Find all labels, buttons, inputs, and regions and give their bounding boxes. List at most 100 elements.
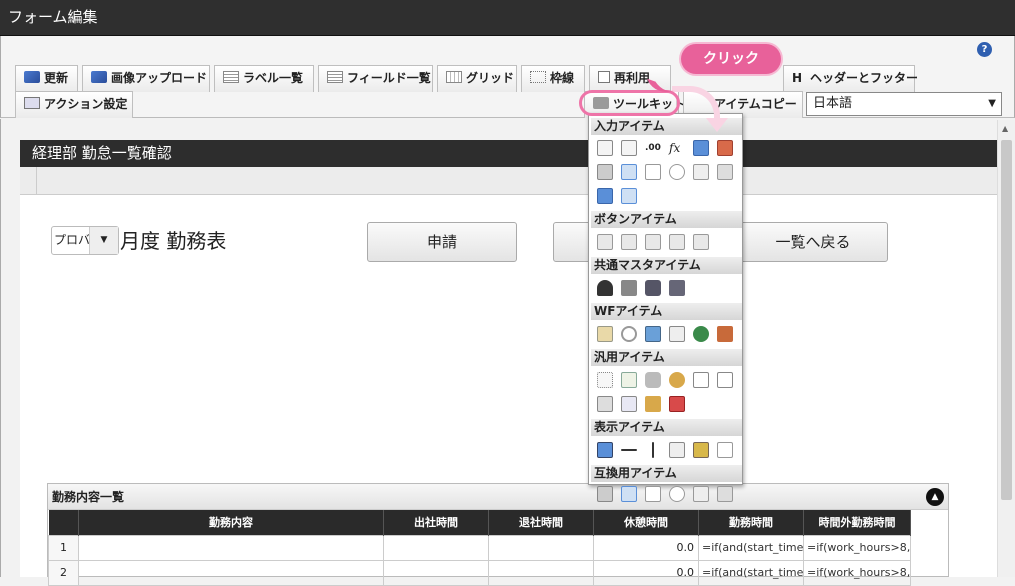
label-icon[interactable] <box>597 442 613 458</box>
table-header-row: 勤務内容 出社時間 退社時間 休憩時間 勤務時間 時間外勤務時間 <box>48 510 911 535</box>
camera-icon[interactable] <box>645 372 661 388</box>
image-icon[interactable] <box>645 326 661 342</box>
table-cell[interactable] <box>78 559 384 586</box>
clipboard-icon[interactable] <box>597 326 613 342</box>
compat-select-icon[interactable] <box>693 486 709 502</box>
toolkit-highlight <box>579 90 680 116</box>
jump-button-icon[interactable] <box>693 234 709 250</box>
stamp-icon[interactable] <box>717 326 733 342</box>
click-callout: クリック <box>681 44 781 74</box>
compat-list-icon[interactable] <box>621 486 637 502</box>
group-icon[interactable] <box>669 280 685 296</box>
row-number: 1 <box>48 534 79 561</box>
scroll-thumb[interactable] <box>1001 140 1012 500</box>
radio-icon[interactable] <box>669 164 685 180</box>
action-settings-button[interactable]: アクション設定 <box>15 91 133 118</box>
compat-checkbox-icon[interactable] <box>645 486 661 502</box>
numeric-icon[interactable]: .00 <box>645 140 661 156</box>
card-icon[interactable] <box>621 396 637 412</box>
table-cell[interactable]: =if(and(start_time> <box>698 534 804 561</box>
file-upload-icon[interactable] <box>597 188 613 204</box>
header-footer-icon: H <box>792 71 803 85</box>
scroll-up-icon[interactable]: ▲ <box>1002 124 1008 133</box>
table-cell[interactable] <box>78 534 384 561</box>
datetime-icon[interactable] <box>717 140 733 156</box>
date-icon[interactable] <box>693 140 709 156</box>
calendar-icon[interactable] <box>669 396 685 412</box>
column-header[interactable]: 出社時間 <box>383 510 489 535</box>
header-footer-button[interactable]: H ヘッダーとフッター <box>783 65 918 92</box>
frame-icon[interactable] <box>597 372 613 388</box>
return-button-icon[interactable] <box>669 234 685 250</box>
column-header[interactable]: 退社時間 <box>488 510 594 535</box>
table-cell[interactable]: 0.0 <box>593 534 699 561</box>
collapse-icon[interactable]: ▲ <box>926 488 944 506</box>
back-to-list-button[interactable]: 一覧へ戻る <box>738 222 888 262</box>
column-header[interactable]: 時間外勤務時間 <box>803 510 911 535</box>
compat-radio-icon[interactable] <box>669 486 685 502</box>
text-icon[interactable] <box>717 442 733 458</box>
image-upload-button[interactable]: 画像アップロード <box>82 65 210 92</box>
forward-button-icon[interactable] <box>621 234 637 250</box>
list-input-icon[interactable] <box>621 164 637 180</box>
column-header[interactable]: 休憩時間 <box>593 510 699 535</box>
table-cell[interactable] <box>383 559 489 586</box>
compat-search-icon[interactable] <box>597 486 613 502</box>
project-select[interactable]: プロバ ▼ <box>51 226 119 255</box>
attachment-icon[interactable] <box>621 326 637 342</box>
select-icon[interactable] <box>693 164 709 180</box>
toolkit-popup: 入力アイテム .00 fx ボタンアイテム 共通マスタアイテム WFアイテム 汎… <box>588 113 743 502</box>
table-cell[interactable] <box>383 534 489 561</box>
picture-icon[interactable] <box>693 442 709 458</box>
tag-icon[interactable] <box>669 372 685 388</box>
export-icon[interactable] <box>693 372 709 388</box>
language-select[interactable]: 日本語 ▼ <box>806 92 1002 116</box>
border-button[interactable]: 枠線 <box>521 65 585 92</box>
table-input-icon[interactable] <box>621 188 637 204</box>
vertical-line-icon[interactable] <box>652 442 654 458</box>
history-icon[interactable] <box>669 326 685 342</box>
table-cell[interactable]: =if(and(start_time> <box>698 559 804 586</box>
formula-icon[interactable]: fx <box>669 140 685 156</box>
listbox-icon[interactable] <box>717 164 733 180</box>
help-row: ? <box>0 36 1015 62</box>
role-icon[interactable] <box>645 280 661 296</box>
checkbox-icon[interactable] <box>645 164 661 180</box>
section-common-master-items: 共通マスタアイテム <box>591 257 742 274</box>
divider <box>36 167 37 195</box>
back-button-icon[interactable] <box>645 234 661 250</box>
column-header[interactable]: 勤務内容 <box>78 510 384 535</box>
table-cell[interactable]: =if(work_hours>8, <box>803 559 911 586</box>
import-icon[interactable] <box>717 372 733 388</box>
field-list-icon <box>327 71 343 83</box>
section-button-items: ボタンアイテム <box>591 211 742 228</box>
reuse-icon <box>598 71 610 83</box>
panel-icon[interactable] <box>597 396 613 412</box>
submit-button-icon[interactable] <box>597 234 613 250</box>
apply-button[interactable]: 申請 <box>367 222 517 262</box>
table-cell[interactable] <box>488 534 594 561</box>
help-icon[interactable]: ? <box>977 42 992 57</box>
user-icon[interactable] <box>597 280 613 296</box>
column-header[interactable]: 勤務時間 <box>698 510 804 535</box>
label-list-button[interactable]: ラベル一覧 <box>214 65 314 92</box>
textbox-icon[interactable] <box>597 140 613 156</box>
organization-icon[interactable] <box>621 280 637 296</box>
table-cell[interactable] <box>488 559 594 586</box>
document-icon[interactable] <box>621 372 637 388</box>
approver-icon[interactable] <box>693 326 709 342</box>
vertical-scrollbar[interactable]: ▲ <box>997 120 1015 577</box>
search-input-icon[interactable] <box>597 164 613 180</box>
rectangle-icon[interactable] <box>669 442 685 458</box>
horizontal-line-icon[interactable] <box>621 449 637 451</box>
table-cell[interactable]: 0.0 <box>593 559 699 586</box>
tree-icon[interactable] <box>645 396 661 412</box>
compat-listbox-icon[interactable] <box>717 486 733 502</box>
grid-button[interactable]: グリッド <box>437 65 517 92</box>
row-number: 2 <box>48 559 79 586</box>
field-list-button[interactable]: フィールド一覧 <box>318 65 433 92</box>
hidden-button[interactable] <box>553 222 593 262</box>
update-button[interactable]: 更新 <box>15 65 78 92</box>
table-cell[interactable]: =if(work_hours>8, <box>803 534 911 561</box>
textarea-icon[interactable] <box>621 140 637 156</box>
